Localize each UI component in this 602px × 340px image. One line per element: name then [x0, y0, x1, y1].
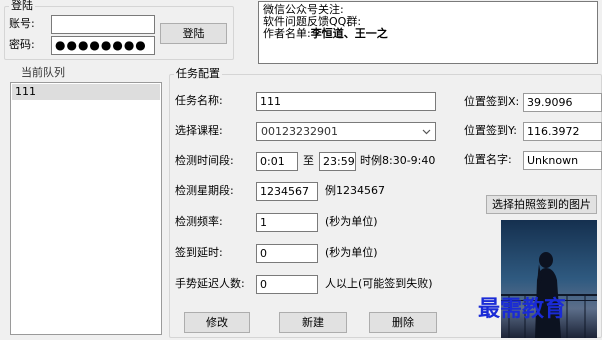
gesture-delay-input[interactable]: 0: [256, 275, 318, 294]
password-label: 密码:: [9, 38, 35, 51]
edit-button[interactable]: 修改: [184, 312, 250, 333]
new-button[interactable]: 新建: [279, 312, 347, 333]
time-start-input[interactable]: 0:01: [256, 152, 298, 171]
frequency-unit-label: (秒为单位): [325, 215, 378, 228]
time-example-label: 时例8:30-9:40: [360, 154, 436, 167]
location-name-label: 位置名字:: [464, 153, 512, 166]
signin-delay-input[interactable]: 0: [256, 244, 318, 263]
chevron-down-icon: [422, 129, 431, 135]
location-name-input[interactable]: Unknown: [523, 151, 602, 170]
frequency-label: 检测频率:: [175, 215, 223, 228]
notes-authors-names: 李恒道、王一之: [310, 27, 388, 40]
location-y-input[interactable]: 116.3972: [523, 122, 602, 141]
gesture-delay-unit-label: 人以上(可能签到失败): [325, 277, 433, 290]
choose-photo-button[interactable]: 选择拍照签到的图片: [486, 195, 597, 214]
account-label: 账号:: [9, 17, 35, 30]
frequency-input[interactable]: 1: [256, 213, 318, 232]
location-x-label: 位置签到X:: [464, 95, 520, 108]
week-example-label: 例1234567: [325, 184, 385, 197]
week-range-input[interactable]: 1234567: [256, 182, 318, 201]
watermark-text: 最需教育: [478, 296, 567, 322]
location-y-label: 位置签到Y:: [464, 124, 517, 137]
delete-button[interactable]: 删除: [369, 312, 437, 333]
signin-delay-unit-label: (秒为单位): [325, 246, 378, 259]
location-x-input[interactable]: 39.9096: [523, 93, 602, 112]
time-to-label: 至: [303, 154, 314, 167]
course-select[interactable]: 00123232901: [256, 122, 436, 141]
gesture-delay-label: 手势延迟人数:: [175, 277, 245, 290]
login-button[interactable]: 登陆: [160, 23, 227, 44]
queue-list[interactable]: 111: [10, 82, 162, 335]
account-input[interactable]: [51, 15, 155, 34]
signin-delay-label: 签到延时:: [175, 246, 223, 259]
password-input[interactable]: ●●●●●●●●: [51, 36, 155, 55]
task-name-input[interactable]: 111: [256, 92, 436, 111]
queue-item[interactable]: 111: [12, 84, 160, 100]
notes-box: 微信公众号关注: 软件问题反馈QQ群: 作者名单:李恒道、王一之: [258, 1, 598, 64]
time-range-label: 检测时间段:: [175, 154, 234, 167]
notes-authors-line: 作者名单:李恒道、王一之: [263, 28, 593, 40]
time-end-input[interactable]: 23:59: [319, 152, 356, 171]
course-label: 选择课程:: [175, 124, 223, 137]
notes-authors-prefix: 作者名单:: [263, 27, 311, 40]
week-range-label: 检测星期段:: [175, 184, 234, 197]
login-group-title: 登陆: [9, 0, 35, 12]
queue-title: 当前队列: [21, 66, 65, 79]
course-select-value: 00123232901: [261, 125, 338, 138]
task-name-label: 任务名称:: [175, 94, 223, 107]
task-config-title: 任务配置: [174, 67, 222, 80]
